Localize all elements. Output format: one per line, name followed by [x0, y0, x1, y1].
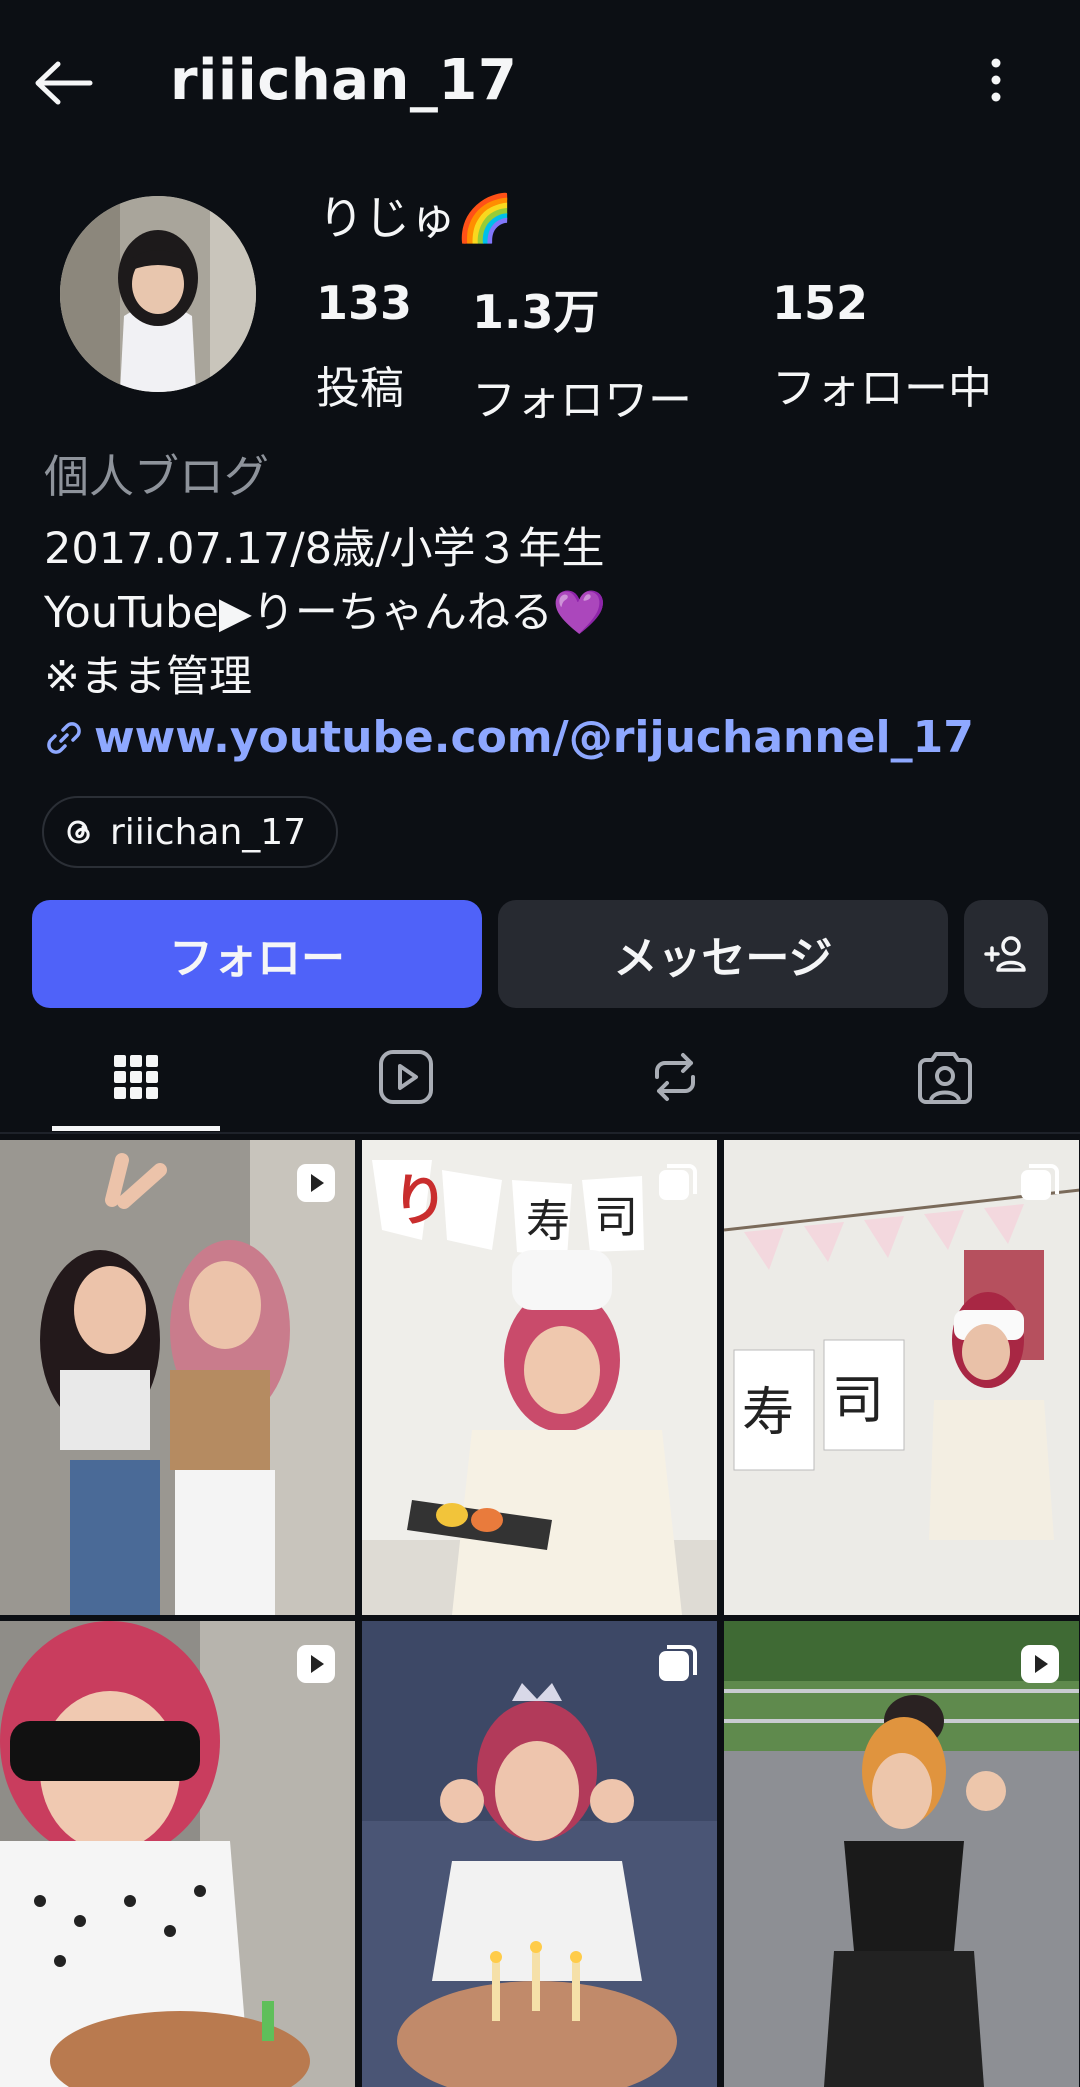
kebab-menu-icon	[991, 58, 1001, 102]
message-button-label: メッセージ	[613, 933, 833, 984]
reel-icon	[1021, 1645, 1059, 1683]
threads-badge[interactable]: riiichan_17	[42, 796, 339, 868]
tab-tagged[interactable]	[855, 1020, 1035, 1134]
threads-icon	[67, 820, 90, 844]
posts-count-label: 投稿	[316, 363, 404, 414]
post-thumbnail[interactable]: 寿 司	[724, 1140, 1079, 1615]
threads-handle: riiichan_17	[110, 811, 307, 853]
post-photo	[724, 1621, 1079, 2087]
post-photo	[0, 1621, 355, 2087]
bio-category: 個人ブログ	[44, 450, 270, 503]
carousel-icon	[1021, 1164, 1059, 1200]
bio-line: 2017.07.17/8歳/小学３年生	[44, 524, 605, 574]
bio-line: YouTube▶りーちゃんねる💜	[44, 588, 607, 638]
bio-link-text: www.youtube.com/@rijuchannel_17	[94, 712, 974, 763]
svg-text:司: 司	[594, 1192, 638, 1243]
followers-count-value: 1.3万	[472, 285, 600, 339]
posts-count[interactable]: 133 投稿	[316, 276, 412, 416]
following-count[interactable]: 152 フォロー中	[772, 276, 992, 416]
tab-reposts[interactable]	[585, 1020, 765, 1134]
post-thumbnail[interactable]	[0, 1140, 355, 1615]
posts-count-value: 133	[316, 276, 413, 330]
followers-count-label: フォロワー	[472, 375, 692, 426]
tab-posts-grid[interactable]	[46, 1020, 226, 1134]
post-photo	[0, 1140, 355, 1615]
carousel-icon	[659, 1164, 697, 1200]
posts-grid: り 寿 司 寿 司	[0, 1140, 1080, 2087]
post-photo	[362, 1621, 717, 2087]
back-button[interactable]	[28, 48, 98, 118]
reel-icon	[297, 1645, 335, 1683]
link-icon	[47, 721, 81, 754]
profile-tabs	[0, 1020, 1080, 1134]
profile-display-name: りじゅ🌈	[318, 191, 514, 245]
followers-count[interactable]: 1.3万 フォロワー	[472, 276, 692, 428]
suggested-people-button[interactable]	[964, 900, 1048, 1008]
arrow-left-icon	[35, 61, 93, 105]
top-bar: riiichan_17	[0, 0, 1080, 160]
post-photo: り 寿 司	[362, 1140, 717, 1615]
reel-icon	[297, 1164, 335, 1202]
tagged-icon	[918, 1052, 972, 1104]
follow-button[interactable]: フォロー	[32, 900, 482, 1008]
post-thumbnail[interactable]	[724, 1621, 1079, 2087]
avatar-photo	[60, 196, 256, 392]
post-thumbnail[interactable]	[0, 1621, 355, 2087]
following-count-label: フォロー中	[772, 363, 992, 414]
grid-icon	[114, 1055, 158, 1099]
carousel-icon	[659, 1645, 697, 1681]
add-person-icon	[984, 936, 1026, 972]
svg-text:司: 司	[832, 1371, 884, 1431]
profile-username-title: riiichan_17	[170, 48, 518, 113]
active-tab-indicator	[52, 1126, 220, 1131]
bio-link[interactable]: www.youtube.com/@rijuchannel_17	[44, 712, 974, 763]
follow-button-label: フォロー	[169, 933, 345, 984]
tab-reels[interactable]	[316, 1020, 496, 1134]
svg-text:り: り	[392, 1169, 448, 1234]
post-thumbnail[interactable]	[362, 1621, 717, 2087]
reels-icon	[379, 1050, 433, 1104]
repost-icon	[655, 1053, 695, 1101]
post-thumbnail[interactable]: り 寿 司	[362, 1140, 717, 1615]
bio-line: ※まま管理	[44, 652, 253, 702]
svg-text:寿: 寿	[526, 1196, 570, 1247]
more-options-button[interactable]	[966, 50, 1026, 110]
profile-avatar[interactable]	[60, 196, 256, 392]
post-photo: 寿 司	[724, 1140, 1079, 1615]
svg-text:寿: 寿	[742, 1383, 794, 1443]
message-button[interactable]: メッセージ	[498, 900, 948, 1008]
following-count-value: 152	[772, 276, 869, 330]
